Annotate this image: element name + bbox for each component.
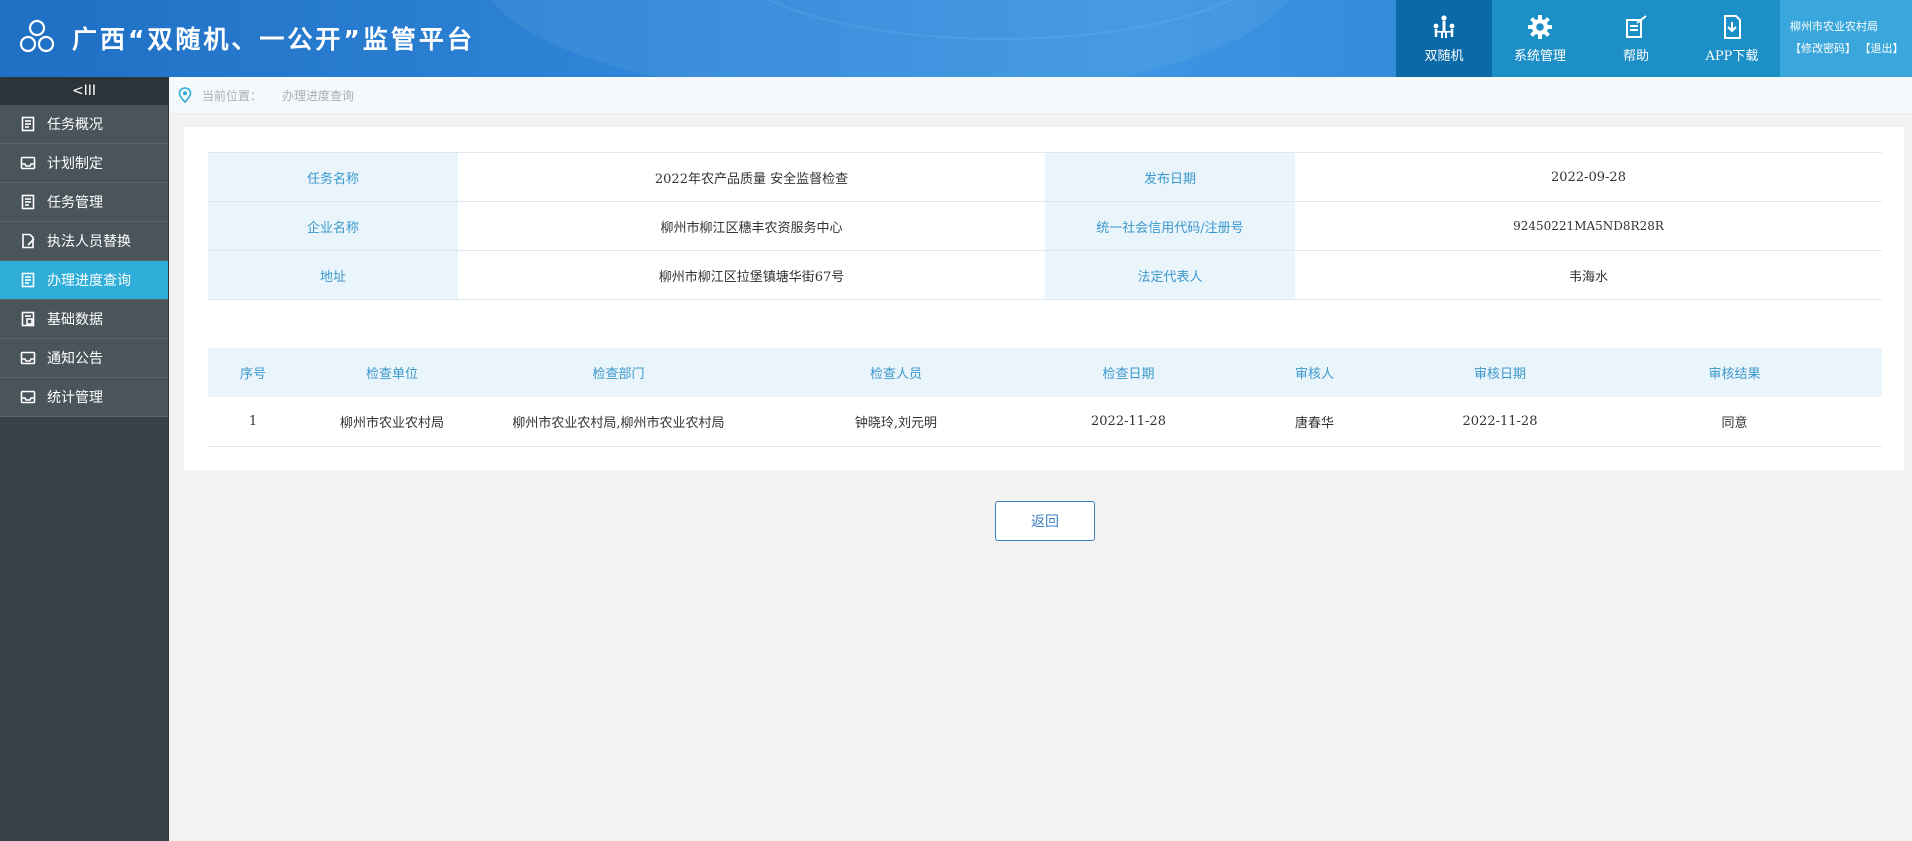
inbox-icon xyxy=(20,390,36,404)
document-icon xyxy=(21,116,35,132)
logo-icon xyxy=(19,19,55,53)
company-label: 企业名称 xyxy=(208,201,458,251)
table-cell: 柳州市农业农村局 xyxy=(298,397,486,447)
task-info-table: 任务名称 2022年农产品质量 安全监督检查 发布日期 2022-09-28 企… xyxy=(208,152,1882,300)
sidebar-item-progress-query[interactable]: 办理进度查询 xyxy=(0,261,168,300)
user-org: 柳州市农业农村局 xyxy=(1790,20,1878,33)
sidebar-item-label: 通知公告 xyxy=(47,351,103,367)
nav-system-management[interactable]: 系统管理 xyxy=(1492,0,1588,77)
credit-code-label: 统一社会信用代码/注册号 xyxy=(1045,201,1295,251)
sidebar-item-label: 办理进度查询 xyxy=(47,273,131,289)
sidebar-item-task-overview[interactable]: 任务概况 xyxy=(0,105,168,144)
legal-rep-value: 韦海水 xyxy=(1295,250,1882,300)
sidebar-item-staff-replace[interactable]: 执法人员替换 xyxy=(0,222,168,261)
company-value: 柳州市柳江区穗丰农资服务中心 xyxy=(458,201,1045,251)
breadcrumb: 当前位置： 办理进度查询 xyxy=(170,77,1912,114)
sidebar-item-plan[interactable]: 计划制定 xyxy=(0,144,168,183)
credit-code-value: 92450221MA5ND8R28R xyxy=(1295,201,1882,251)
gear-icon xyxy=(1528,15,1552,39)
inspection-table: 序号 检查单位 检查部门 检查人员 检查日期 审核人 审核日期 审核结果 1 柳… xyxy=(208,348,1882,447)
column-header: 审核人 xyxy=(1216,348,1413,397)
sidebar: <III 任务概况 计划制定 任务管理 执法人员替换 办理进度查询 基础数据 通… xyxy=(0,77,169,841)
table-cell: 唐春华 xyxy=(1216,397,1413,447)
address-value: 柳州市柳江区拉堡镇塘华街67号 xyxy=(458,250,1045,300)
legal-rep-label: 法定代表人 xyxy=(1045,250,1295,300)
sidebar-item-label: 任务管理 xyxy=(47,195,103,211)
sidebar-item-statistics[interactable]: 统计管理 xyxy=(0,378,168,417)
user-links: 【修改密码】 【退出】 xyxy=(1790,40,1912,56)
column-header: 审核日期 xyxy=(1413,348,1587,397)
column-header: 检查日期 xyxy=(1041,348,1216,397)
inbox-icon xyxy=(20,156,36,170)
table-cell: 同意 xyxy=(1587,397,1882,447)
table-cell: 2022-11-28 xyxy=(1041,397,1216,447)
column-header: 审核结果 xyxy=(1587,348,1882,397)
column-header: 检查部门 xyxy=(486,348,751,397)
publish-date-label: 发布日期 xyxy=(1045,152,1295,202)
sidebar-item-label: 计划制定 xyxy=(47,156,103,172)
edit-doc-icon xyxy=(1626,15,1647,38)
location-pin-icon xyxy=(178,87,192,103)
table-cell: 钟晓玲,刘元明 xyxy=(751,397,1041,447)
breadcrumb-prefix: 当前位置： xyxy=(202,88,263,103)
sidebar-item-label: 执法人员替换 xyxy=(47,234,131,250)
people-tree-icon xyxy=(1433,15,1455,38)
nav-label: 系统管理 xyxy=(1513,49,1566,64)
file-edit-icon xyxy=(22,233,35,249)
table-cell: 柳州市农业农村局,柳州市农业农村局 xyxy=(486,397,751,447)
info-row: 企业名称 柳州市柳江区穗丰农资服务中心 统一社会信用代码/注册号 9245022… xyxy=(208,201,1882,251)
top-header: 广西“双随机、一公开”监管平台 双随机 系统管理 帮助 APP下载 柳州市农业农… xyxy=(0,0,1912,77)
task-name-value: 2022年农产品质量 安全监督检查 xyxy=(458,152,1045,202)
table-header-row: 序号 检查单位 检查部门 检查人员 检查日期 审核人 审核日期 审核结果 xyxy=(208,348,1882,397)
detail-panel: 任务名称 2022年农产品质量 安全监督检查 发布日期 2022-09-28 企… xyxy=(184,127,1904,470)
document-icon xyxy=(21,272,35,288)
inbox-icon xyxy=(20,351,36,365)
sidebar-item-label: 基础数据 xyxy=(47,312,103,328)
document-icon xyxy=(21,194,35,210)
info-row: 任务名称 2022年农产品质量 安全监督检查 发布日期 2022-09-28 xyxy=(208,152,1882,202)
info-row: 地址 柳州市柳江区拉堡镇塘华街67号 法定代表人 韦海水 xyxy=(208,250,1882,300)
app-title: 广西“双随机、一公开”监管平台 xyxy=(72,25,475,54)
address-label: 地址 xyxy=(208,250,458,300)
sidebar-collapse-button[interactable]: <III xyxy=(0,77,168,105)
task-name-label: 任务名称 xyxy=(208,152,458,202)
breadcrumb-current: 办理进度查询 xyxy=(282,88,355,103)
sidebar-item-label: 任务概况 xyxy=(47,117,103,133)
table-row: 1 柳州市农业农村局 柳州市农业农村局,柳州市农业农村局 钟晓玲,刘元明 202… xyxy=(208,397,1882,447)
download-doc-icon xyxy=(1724,15,1741,39)
logout-link[interactable]: 【退出】 xyxy=(1860,42,1904,55)
sidebar-item-label: 统计管理 xyxy=(47,390,103,406)
publish-date-value: 2022-09-28 xyxy=(1295,152,1882,202)
table-cell: 1 xyxy=(208,397,298,447)
column-header: 序号 xyxy=(208,348,298,397)
nav-app-download[interactable]: APP下载 xyxy=(1684,0,1780,77)
sidebar-item-notices[interactable]: 通知公告 xyxy=(0,339,168,378)
column-header: 检查人员 xyxy=(751,348,1041,397)
back-button[interactable]: 返回 xyxy=(995,501,1095,541)
user-box: 柳州市农业农村局 【修改密码】 【退出】 xyxy=(1780,0,1912,77)
column-header: 检查单位 xyxy=(298,348,486,397)
top-nav: 双随机 系统管理 帮助 APP下载 xyxy=(1396,0,1780,77)
sidebar-item-task-management[interactable]: 任务管理 xyxy=(0,183,168,222)
nav-help[interactable]: 帮助 xyxy=(1588,0,1684,77)
table-cell: 2022-11-28 xyxy=(1413,397,1587,447)
nav-label: 帮助 xyxy=(1622,49,1649,64)
database-doc-icon xyxy=(21,311,35,327)
nav-label: 双随机 xyxy=(1424,49,1464,64)
sidebar-item-basic-data[interactable]: 基础数据 xyxy=(0,300,168,339)
change-password-link[interactable]: 【修改密码】 xyxy=(1790,42,1856,55)
nav-double-random[interactable]: 双随机 xyxy=(1396,0,1492,77)
nav-label: APP下载 xyxy=(1705,49,1759,64)
